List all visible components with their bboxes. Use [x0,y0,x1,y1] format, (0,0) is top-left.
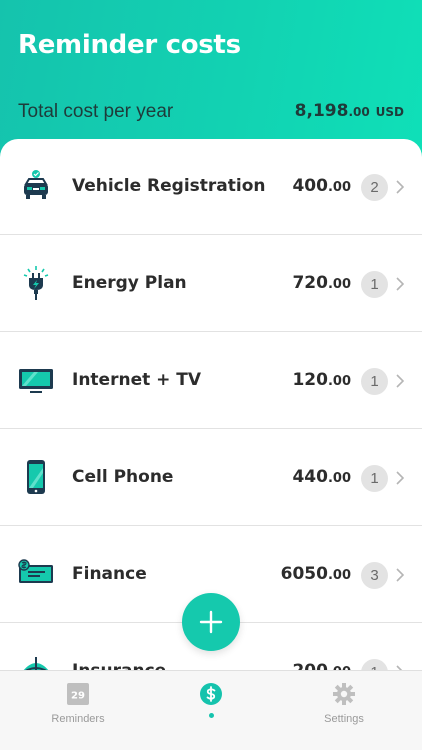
tv-icon [19,369,53,393]
reminder-amount-whole: 120 [292,370,328,390]
total-cost-currency: USD [375,105,404,119]
page-title: Reminder costs [18,30,241,60]
calendar-icon: 29 [67,683,89,705]
reminder-amount: 440.00 [292,467,351,487]
reminder-amount-whole: 6050 [280,564,328,584]
reminder-amount: 720.00 [292,273,351,293]
chevron-right-icon [396,374,404,388]
reminder-count-badge: 1 [361,271,388,298]
reminder-amount-decimal: .00 [327,471,351,486]
reminder-name: Internet + TV [72,370,202,390]
reminder-amount: 120.00 [292,370,351,390]
total-cost-label: Total cost per year [18,101,174,122]
calendar-icon-day: 29 [71,691,85,702]
total-cost-whole: 8,198 [294,101,349,121]
tab-settings[interactable]: Settings [274,671,414,751]
reminder-row-vehicle-registration[interactable]: Vehicle Registration 400.00 2 [0,139,422,235]
reminder-amount-decimal: .00 [327,568,351,583]
reminder-count-badge: 3 [361,562,388,589]
reminder-amount: 400.00 [292,176,351,196]
reminder-count-badge: 2 [361,174,388,201]
total-cost-value: 8,198.00 USD [295,101,404,121]
total-cost-decimal: .00 [348,105,370,119]
tab-label: Settings [324,713,364,725]
reminder-name: Vehicle Registration [72,176,266,196]
reminder-amount-decimal: .00 [327,277,351,292]
chevron-right-icon [396,180,404,194]
reminder-name: Energy Plan [72,273,187,293]
chevron-right-icon [396,568,404,582]
reminder-count-badge: 1 [361,368,388,395]
tab-costs[interactable] [141,671,281,751]
reminder-amount-whole: 400 [292,176,328,196]
phone-icon [27,460,45,494]
reminder-amount-whole: 440 [292,467,328,487]
reminder-amount-decimal: .00 [327,180,351,195]
tab-bar: 29 Reminders Settings [0,670,422,750]
tab-label: Reminders [51,713,105,725]
add-reminder-button[interactable] [182,593,240,651]
reminder-row-cell-phone[interactable]: Cell Phone 440.00 1 [0,430,422,526]
gear-icon [333,683,355,705]
check-icon [18,559,53,583]
reminder-amount: 6050.00 [281,564,351,584]
reminder-row-internet-tv[interactable]: Internet + TV 120.00 1 [0,333,422,429]
plug-icon [23,266,49,300]
reminder-amount-decimal: .00 [327,374,351,389]
chevron-right-icon [396,471,404,485]
reminder-name: Finance [72,564,147,584]
dollar-icon [200,683,222,705]
active-tab-indicator [209,713,214,718]
chevron-right-icon [396,277,404,291]
car-icon [24,170,48,199]
reminder-name: Cell Phone [72,467,174,487]
reminder-count-badge: 1 [361,465,388,492]
reminder-amount-whole: 720 [292,273,328,293]
tab-reminders[interactable]: 29 Reminders [8,671,148,751]
reminder-row-energy-plan[interactable]: Energy Plan 720.00 1 [0,236,422,332]
plus-icon [199,610,223,634]
